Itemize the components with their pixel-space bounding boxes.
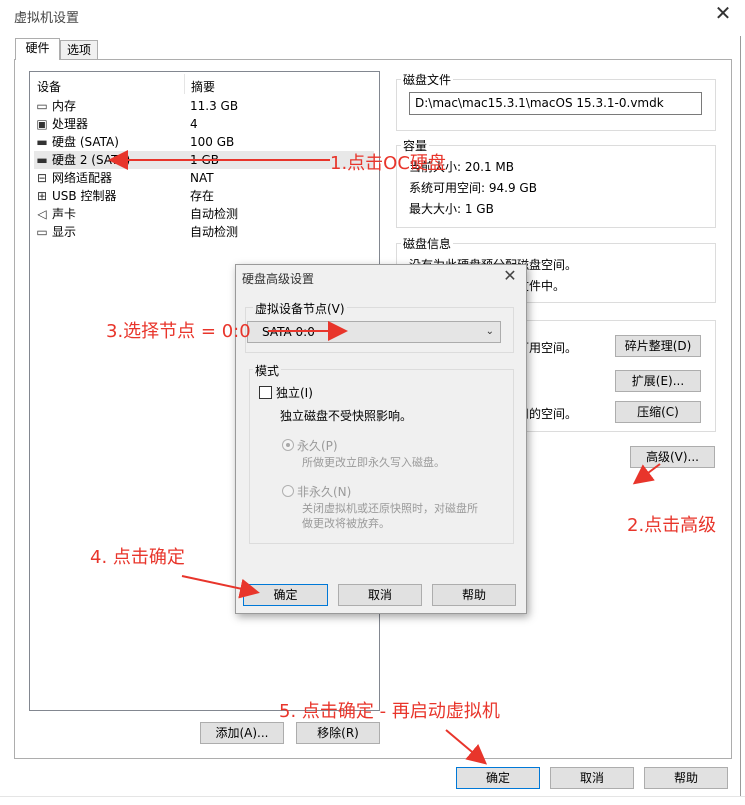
arrow-step5 [445,729,488,765]
arrow-step2 [632,463,661,485]
annotation-step2: 2.点击高级 [627,515,717,536]
arrow-step4 [181,575,260,599]
annotation-step5: 5. 点击确定 - 再启动虚拟机 [279,701,500,722]
annotation-overlay [108,150,661,765]
tab-hardware[interactable]: 硬件 [15,38,60,60]
annotation-step3: 3.选择节点 = 0:0 [106,321,251,342]
annotation-step4: 4. 点击确定 [90,547,185,568]
annotation-step1: 1.点击OC硬盘 [330,153,446,174]
